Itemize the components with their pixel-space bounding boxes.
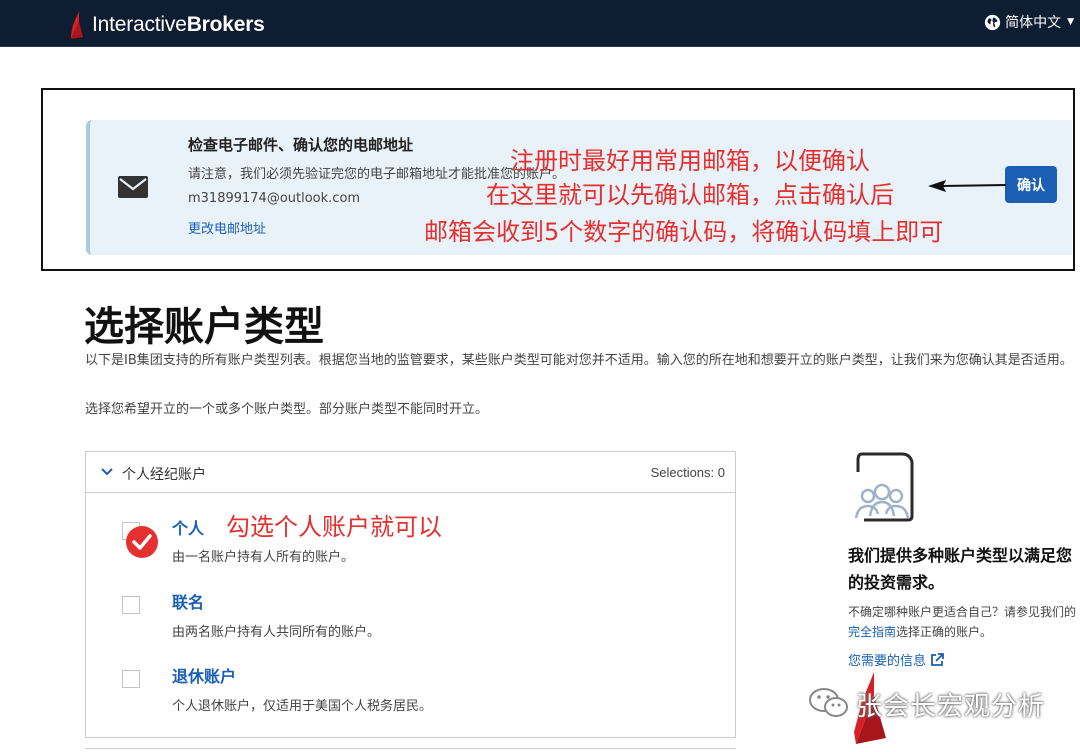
info-title: 我们提供多种账户类型以满足您的投资需求。 [848,546,1073,592]
brand-name: InteractiveBrokers [92,13,265,36]
checkbox-joint[interactable] [122,596,140,614]
option-desc-individual: 由一名账户持有人所有的账户。 [172,550,355,565]
top-bar: InteractiveBrokers 简体中文 ▼ [0,0,1080,47]
option-label-joint[interactable]: 联名 [172,589,204,613]
checkbox-retirement[interactable] [122,670,140,688]
external-link-icon [931,652,944,666]
globe-icon [984,14,1001,30]
annotation-line-3: 邮箱会收到5个数字的确认码，将确认码填上即可 [424,218,944,246]
envelope-icon [118,176,148,198]
account-types-icon [854,452,914,522]
account-group-label: 个人经纪账户 [122,467,206,483]
selections-count: Selections: 0 [650,465,725,480]
annotation-line-2: 在这里就可以先确认邮箱，点击确认后 [486,181,894,209]
chevron-down-icon[interactable] [100,466,114,478]
change-email-link[interactable]: 更改电邮地址 [188,218,266,237]
email-address: m31899174@outlook.com [188,191,361,206]
option-label-retirement[interactable]: 退休账户 [172,663,236,687]
annotation-line-1: 注册时最好用常用邮箱，以便确认 [510,147,870,175]
info-needed-link[interactable]: 您需要的信息 [848,650,944,669]
info-text: 不确定哪种账户更适合自己？请参见我们的完全指南选择正确的账户。 [848,605,1077,639]
checkmark-icon [126,526,158,558]
email-notice-title: 检查电子邮件、确认您的电邮地址 [188,136,414,154]
caret-down-icon: ▼ [1067,17,1074,27]
account-group-header[interactable]: 个人经纪账户 Selections: 0 [86,452,735,493]
annotation-select-note: 勾选个人账户就可以 [226,513,442,541]
info-needed-link-label[interactable]: 您需要的信息 [848,650,926,669]
ib-logo[interactable]: InteractiveBrokers [70,10,265,40]
annotation-arrow-icon [928,180,1006,192]
confirm-email-button[interactable]: 确认 [1005,166,1057,203]
section-description: 以下是IB集团支持的所有账户类型列表。根据您当地的监管要求，某些账户类型可能对您… [85,353,1073,368]
option-desc-retirement: 个人退休账户，仅适用于美国个人税务居民。 [172,699,433,714]
language-label: 简体中文 [1005,15,1062,31]
language-selector[interactable]: 简体中文 ▼ [984,12,1074,32]
option-desc-joint: 由两名账户持有人共同所有的账户。 [172,625,381,640]
guide-link[interactable]: 完全指南 [848,625,896,639]
ib-flame-icon [71,11,83,39]
watermark-text: 张会长宏观分析 [856,692,1046,722]
next-group-border [85,748,736,749]
section-instruction: 选择您希望开立的一个或多个账户类型。部分账户类型不能同时开立。 [85,402,489,417]
wechat-icon [809,688,848,717]
page-title: 选择账户类型 [84,304,324,350]
option-label-individual[interactable]: 个人 [172,515,204,539]
